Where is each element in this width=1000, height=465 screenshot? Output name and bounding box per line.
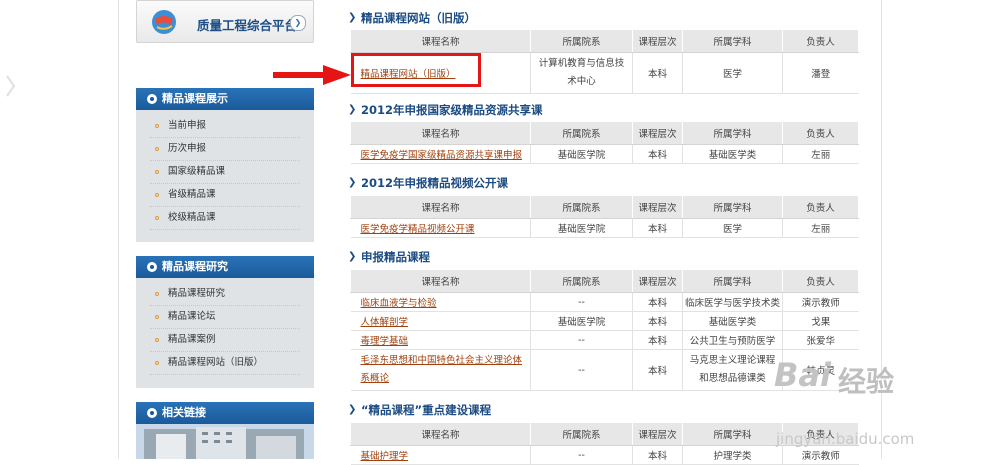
course-link[interactable]: 基础护理学 bbox=[350, 445, 531, 465]
section-title-old-site: ❯ 精品课程网站（旧版） bbox=[348, 11, 476, 25]
course-link[interactable]: 医学免疫学国家级精品资源共享课申报 bbox=[350, 144, 531, 164]
watermark-brand: Bai bbox=[774, 356, 831, 394]
table-national-share: 课程名称 所属院系 课程层次 所属学科 负责人 医学免疫学国家级精品资源共享课申报 基础… bbox=[350, 121, 859, 164]
course-link[interactable]: 人体解剖学 bbox=[350, 311, 531, 331]
table-row: 毒理学基础 -- 本科 公共卫生与预防医学 张爱华 bbox=[350, 330, 859, 350]
table-row: 临床血液学与检验 -- 本科 临床医学与医学技术类 演示教师 bbox=[350, 292, 859, 312]
chevron-right-icon: ❯ bbox=[348, 251, 357, 262]
chevron-right-icon: ❯ bbox=[348, 12, 357, 23]
watermark-brand-2: 经验 bbox=[838, 365, 895, 398]
section-title-key-build: ❯ “精品课程”重点建设课程 bbox=[348, 403, 492, 417]
bullet-icon bbox=[147, 94, 157, 104]
sidebar-item-provincial[interactable]: 省级精品课 bbox=[150, 184, 300, 207]
panel-header: 精品课程研究 bbox=[136, 256, 314, 278]
sidebar-item-forum[interactable]: 精品课论坛 bbox=[150, 306, 300, 329]
sidebar-item-history-apply[interactable]: 历次申报 bbox=[150, 138, 300, 161]
section-title-video: ❯ 2012年申报精品视频公开课 bbox=[348, 176, 509, 190]
bullet-icon bbox=[147, 408, 157, 418]
chevron-right-icon: ❯ bbox=[290, 15, 306, 31]
panel-title: 精品课程展示 bbox=[162, 92, 228, 105]
quality-platform-label: 质量工程综合平台 bbox=[197, 18, 298, 33]
course-link[interactable]: 毒理学基础 bbox=[350, 330, 531, 350]
sidebar-item-old-site[interactable]: 精品课程网站（旧版） bbox=[150, 352, 300, 375]
panel-header: 精品课程展示 bbox=[136, 88, 314, 110]
table-header-row: 课程名称 所属院系 课程层次 所属学科 负责人 bbox=[350, 29, 859, 53]
sidebar-item-research[interactable]: 精品课程研究 bbox=[150, 283, 300, 306]
sidebar-item-national[interactable]: 国家级精品课 bbox=[150, 161, 300, 184]
table-row: 医学免疫学精品视频公开课 基础医学院 本科 医学 左丽 bbox=[350, 218, 859, 238]
campus-photo[interactable] bbox=[136, 424, 314, 459]
left-backdrop bbox=[0, 0, 118, 459]
table-row: 医学免疫学国家级精品资源共享课申报 基础医学院 本科 基础医学类 左丽 bbox=[350, 144, 859, 164]
course-link[interactable]: 临床血液学与检验 bbox=[350, 292, 531, 312]
section-title-national-share: ❯ 2012年申报国家级精品资源共享课 bbox=[348, 103, 543, 117]
sidebar-item-cases[interactable]: 精品课案例 bbox=[150, 329, 300, 352]
chevron-right-icon: ❯ bbox=[348, 404, 357, 415]
table-video: 课程名称 所属院系 课程层次 所属学科 负责人 医学免疫学精品视频公开课 基础医学院 本… bbox=[350, 195, 859, 238]
right-backdrop bbox=[880, 0, 1000, 459]
quality-platform-link[interactable]: 质量工程综合平台 ❯ bbox=[136, 0, 314, 43]
panel-related-links: 相关链接 bbox=[136, 402, 314, 459]
panel-header: 相关链接 bbox=[136, 402, 314, 424]
table-row: 基础护理学 -- 本科 护理学类 演示教师 bbox=[350, 445, 859, 465]
chevron-right-icon: ❯ bbox=[348, 177, 357, 188]
expand-chevron-icon[interactable] bbox=[5, 74, 17, 98]
course-link[interactable]: 毛泽东思想和中国特色社会主义理论体系概论 bbox=[350, 349, 531, 391]
quality-globe-icon bbox=[152, 10, 176, 34]
bullet-icon bbox=[147, 262, 157, 272]
sidebar-item-school[interactable]: 校级精品课 bbox=[150, 207, 300, 230]
red-highlight-box bbox=[351, 53, 481, 87]
panel-course-research: 精品课程研究 精品课程研究 精品课论坛 精品课案例 精品课程网站（旧版） bbox=[136, 256, 314, 388]
course-link[interactable]: 医学免疫学精品视频公开课 bbox=[350, 218, 531, 238]
panel-course-showcase: 精品课程展示 当前申报 历次申报 国家级精品课 省级精品课 校级精品课 bbox=[136, 88, 314, 242]
red-arrow-annotation-icon bbox=[273, 65, 351, 85]
section-title-apply: ❯ 申报精品课程 bbox=[348, 250, 430, 264]
panel-title: 相关链接 bbox=[162, 406, 206, 419]
table-row: 人体解剖学 基础医学院 本科 基础医学类 戈果 bbox=[350, 311, 859, 331]
sidebar-item-current-apply[interactable]: 当前申报 bbox=[150, 115, 300, 138]
watermark-url: jingyan.baidu.com bbox=[776, 430, 915, 448]
panel-title: 精品课程研究 bbox=[162, 260, 228, 273]
chevron-right-icon: ❯ bbox=[348, 104, 357, 115]
